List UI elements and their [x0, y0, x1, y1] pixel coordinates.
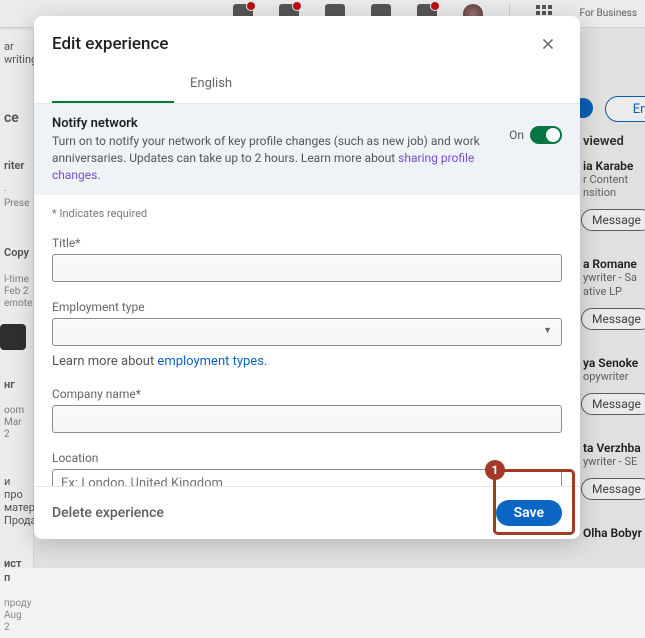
close-button[interactable]: [534, 30, 562, 58]
language-tabs: English: [34, 68, 580, 104]
notify-network-box: Notify network Turn on to notify your ne…: [34, 104, 580, 195]
notify-toggle[interactable]: [530, 126, 562, 144]
save-button[interactable]: Save: [496, 500, 562, 526]
title-input[interactable]: [52, 254, 562, 282]
notify-description: Turn on to notify your network of key pr…: [52, 133, 493, 183]
employment-types-link[interactable]: employment types: [157, 354, 263, 369]
location-label: Location: [52, 451, 562, 465]
annotation-number: 1: [485, 460, 505, 480]
employment-learn-more: Learn more about employment types.: [52, 354, 562, 369]
required-note: * Indicates required: [52, 207, 562, 220]
notify-heading: Notify network: [52, 116, 493, 131]
company-input[interactable]: [52, 405, 562, 433]
title-label: Title*: [52, 236, 562, 250]
delete-experience-link[interactable]: Delete experience: [52, 505, 164, 521]
toggle-label: On: [509, 128, 524, 142]
employment-type-select[interactable]: [52, 318, 562, 346]
tab-primary[interactable]: [52, 68, 174, 103]
modal-title: Edit experience: [52, 34, 168, 54]
modal-footer: Delete experience Save: [34, 486, 580, 539]
company-label: Company name*: [52, 387, 562, 401]
modal-body[interactable]: Notify network Turn on to notify your ne…: [34, 104, 580, 486]
close-icon: [539, 35, 557, 53]
tab-english[interactable]: English: [174, 68, 248, 103]
employment-type-label: Employment type: [52, 300, 562, 314]
